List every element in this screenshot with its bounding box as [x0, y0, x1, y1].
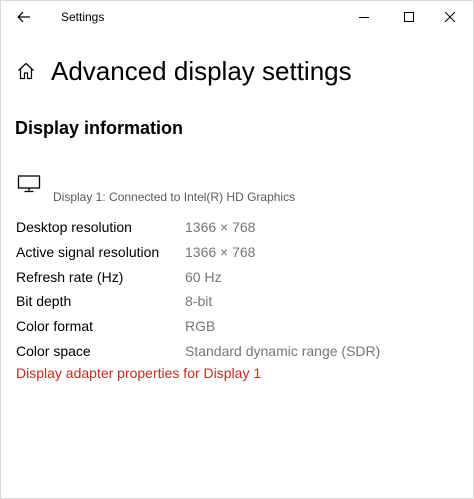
info-value: RGB: [185, 318, 216, 335]
back-arrow-icon: [17, 11, 30, 23]
minimize-icon: [359, 16, 369, 18]
info-row-active-signal-resolution: Active signal resolution 1366 × 768: [16, 240, 456, 265]
home-button[interactable]: [15, 60, 37, 82]
settings-window: Settings Advanced display settings Displ…: [0, 0, 474, 499]
section-title: Display information: [15, 118, 184, 138]
info-label: Desktop resolution: [16, 219, 132, 236]
maximize-button[interactable]: [386, 1, 432, 32]
close-icon: [445, 11, 455, 22]
back-button[interactable]: [11, 5, 37, 29]
info-value: Standard dynamic range (SDR): [185, 342, 381, 359]
info-value: 8-bit: [185, 293, 213, 310]
page-header: Advanced display settings: [15, 53, 352, 89]
page-title: Advanced display settings: [51, 55, 352, 86]
info-value: 1366 × 768: [185, 219, 256, 236]
close-button[interactable]: [427, 1, 473, 32]
info-label: Refresh rate (Hz): [16, 268, 124, 285]
info-label: Bit depth: [16, 293, 72, 310]
info-row-color-space: Color space Standard dynamic range (SDR): [16, 338, 456, 363]
display-description: Display 1: Connected to Intel(R) HD Grap…: [53, 190, 296, 204]
display-info-list: Desktop resolution 1366 × 768 Active sig…: [16, 215, 456, 363]
minimize-button[interactable]: [341, 1, 387, 32]
title-bar: Settings: [1, 1, 473, 33]
app-title: Settings: [61, 10, 105, 24]
info-row-color-format: Color format RGB: [16, 314, 456, 339]
info-value: 1366 × 768: [185, 244, 256, 261]
info-label: Color format: [16, 318, 94, 335]
info-label: Color space: [16, 342, 91, 359]
info-row-refresh-rate: Refresh rate (Hz) 60 Hz: [16, 264, 456, 289]
maximize-icon: [404, 11, 414, 22]
info-value: 60 Hz: [185, 268, 222, 285]
info-label: Active signal resolution: [16, 244, 160, 261]
monitor-icon: [17, 175, 41, 193]
home-icon: [18, 62, 34, 80]
info-row-bit-depth: Bit depth 8-bit: [16, 289, 456, 314]
info-row-desktop-resolution: Desktop resolution 1366 × 768: [16, 215, 456, 240]
display-adapter-properties-link[interactable]: Display adapter properties for Display 1: [16, 365, 261, 381]
